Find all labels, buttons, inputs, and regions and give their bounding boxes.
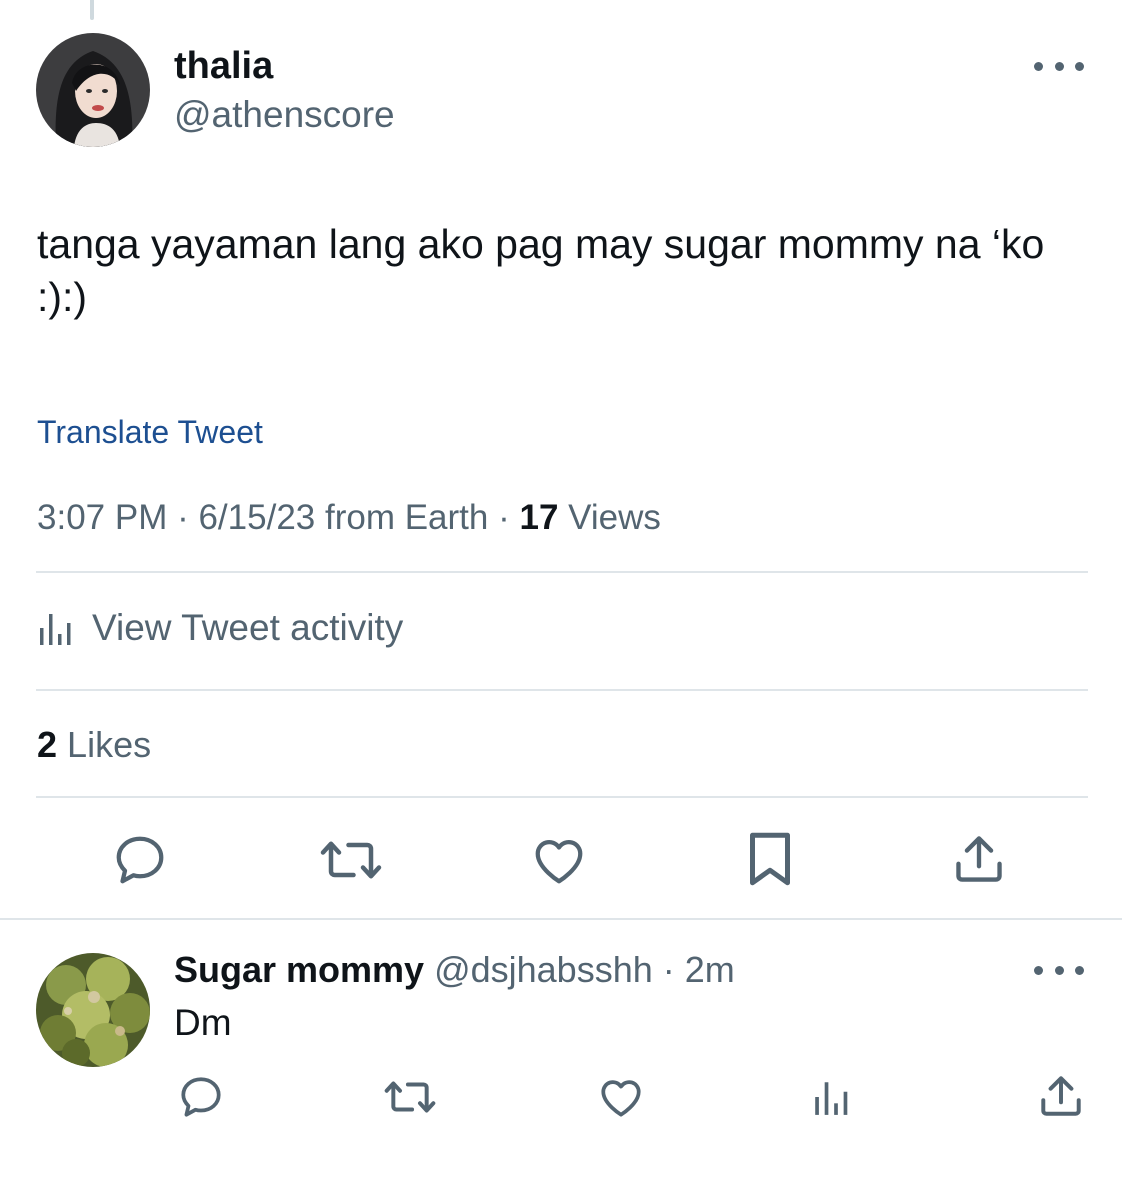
reply-retweet-button[interactable] — [380, 1072, 440, 1122]
more-dot-icon — [1054, 61, 1064, 71]
like-icon — [601, 1080, 641, 1117]
author-handle[interactable]: @athenscore — [174, 93, 395, 137]
more-dot-icon — [1075, 61, 1084, 71]
author-name[interactable]: thalia — [174, 44, 273, 88]
tweet-source: from Earth — [324, 498, 489, 537]
more-dot-icon — [1034, 965, 1043, 975]
retweet-icon — [320, 841, 382, 879]
tweet-text: tanga yayaman lang ako pag may sugar mom… — [37, 221, 1045, 320]
tweet-date[interactable]: 6/15/23 — [198, 498, 315, 537]
bookmark-button[interactable] — [740, 826, 800, 892]
reply-like-button[interactable] — [594, 1072, 648, 1122]
thread-line — [90, 0, 94, 20]
reply-more-options-button[interactable] — [1034, 960, 1084, 980]
likes-count-link[interactable]: 2 Likes — [37, 723, 151, 767]
divider — [36, 689, 1088, 691]
analytics-icon — [40, 614, 71, 645]
views-icon — [815, 1082, 848, 1115]
reply-age[interactable]: 2m — [685, 949, 735, 990]
reply-icon — [116, 836, 164, 884]
tweet-time[interactable]: 3:07 PM — [37, 498, 167, 537]
tweet-detail-page: thalia @athenscore tanga yayaman lang ak… — [0, 0, 1122, 1200]
likes-count: 2 — [37, 724, 58, 765]
view-tweet-activity-button[interactable]: View Tweet activity — [36, 604, 403, 652]
reply-author-handle[interactable]: @dsjhabsshh — [434, 949, 653, 990]
share-button[interactable] — [948, 828, 1010, 890]
reply-author-avatar[interactable] — [36, 953, 150, 1067]
more-dot-icon — [1034, 61, 1043, 71]
reply-views-button[interactable] — [808, 1072, 854, 1122]
tweet-meta: 3:07 PM · 6/15/23 from Earth · 17 Views — [37, 498, 661, 537]
view-tweet-activity-label: View Tweet activity — [92, 607, 404, 648]
reply-header: Sugar mommy @dsjhabsshh · 2m — [174, 949, 735, 990]
like-button[interactable] — [527, 830, 591, 890]
like-icon — [535, 840, 583, 884]
translate-tweet-link[interactable]: Translate Tweet — [37, 412, 263, 452]
reply-reply-button[interactable] — [174, 1072, 228, 1122]
reply-button[interactable] — [108, 830, 172, 890]
reply-text: Dm — [174, 1002, 232, 1043]
retweet-icon — [384, 1081, 436, 1113]
views-label: Views — [568, 498, 661, 537]
more-dot-icon — [1054, 965, 1064, 975]
views-count: 17 — [519, 498, 559, 537]
divider — [36, 571, 1088, 573]
section-divider — [0, 918, 1122, 920]
reply-share-button[interactable] — [1034, 1070, 1088, 1122]
share-icon — [956, 836, 1002, 882]
reply-icon — [181, 1077, 221, 1117]
likes-label: Likes — [67, 724, 152, 765]
retweet-button[interactable] — [316, 830, 386, 890]
more-options-button[interactable] — [1034, 56, 1084, 76]
author-avatar[interactable] — [36, 33, 150, 147]
divider — [36, 796, 1088, 798]
bookmark-icon — [750, 832, 790, 886]
more-dot-icon — [1075, 965, 1084, 975]
reply-author-name[interactable]: Sugar mommy — [174, 949, 424, 990]
share-icon — [1041, 1076, 1081, 1116]
